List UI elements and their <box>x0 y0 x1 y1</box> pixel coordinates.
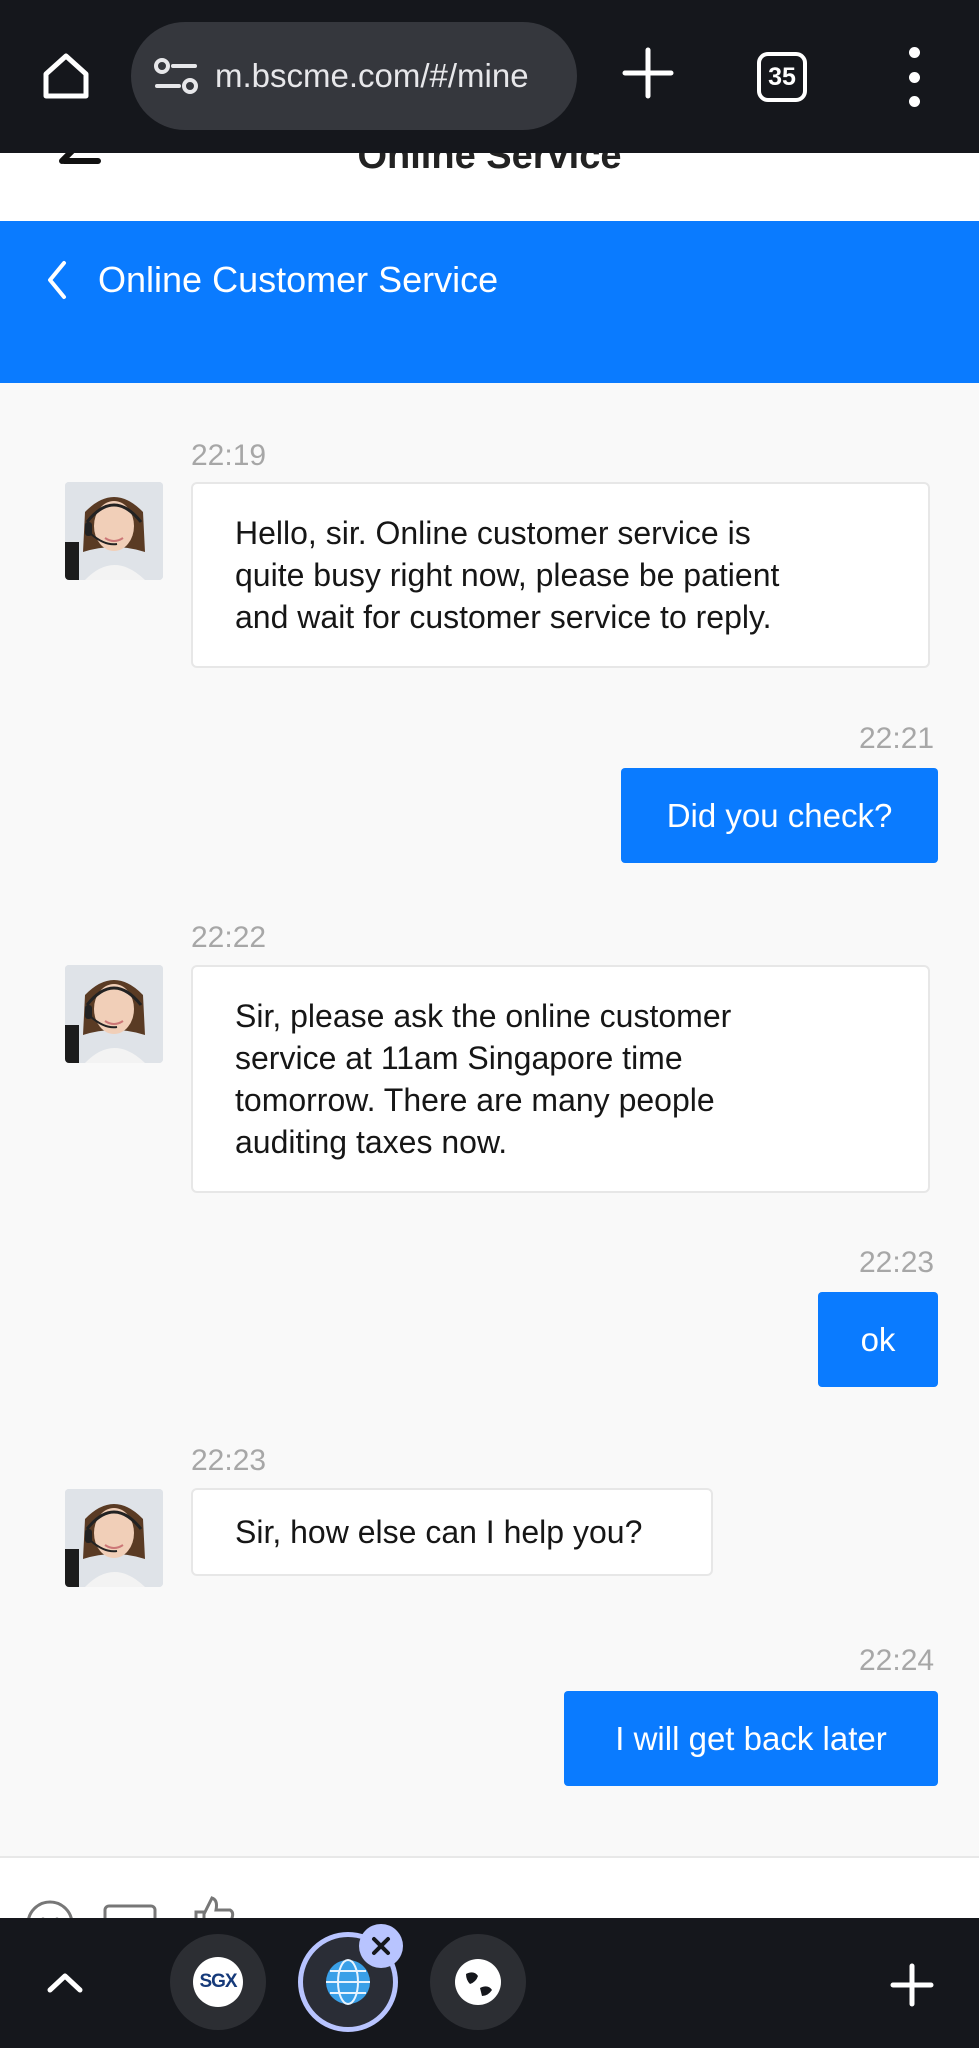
sgx-logo-text: SGX <box>199 1971 237 1992</box>
agent-avatar <box>65 1489 163 1587</box>
close-tab-icon[interactable] <box>359 1924 403 1968</box>
message-line: service at 11am Singapore time <box>235 1040 683 1076</box>
browser-toolbar: m.bscme.com/#/mine 35 <box>0 0 979 153</box>
url-text[interactable]: m.bscme.com/#/mine <box>215 57 555 95</box>
message-line: and wait for customer service to reply. <box>235 599 772 635</box>
service-title: Online Customer Service <box>98 259 499 300</box>
agent-message-bubble: Sir, how else can I help you? <box>191 1488 713 1576</box>
tab-switcher-button[interactable]: 35 <box>757 52 807 102</box>
chevron-left-icon[interactable] <box>40 255 74 305</box>
agent-message-bubble: Hello, sir. Online customer service is q… <box>191 482 930 668</box>
message-line: Sir, how else can I help you? <box>235 1514 643 1550</box>
new-tab-plus-icon[interactable] <box>617 42 679 104</box>
agent-avatar <box>65 965 163 1063</box>
world-icon <box>455 1959 501 2005</box>
user-message-bubble: ok <box>818 1292 938 1387</box>
agent-message-bubble: Sir, please ask the online customer serv… <box>191 965 930 1193</box>
tab-globe[interactable] <box>430 1934 526 2030</box>
image-icon[interactable] <box>102 1898 158 1918</box>
message-line: tomorrow. There are many people <box>235 1082 715 1118</box>
agent-avatar <box>65 482 163 580</box>
message-timestamp: 22:23 <box>859 1246 935 1279</box>
message-timestamp: 22:22 <box>191 921 267 954</box>
browser-tab-strip: SGX <box>0 1918 979 2048</box>
message-timestamp: 22:23 <box>191 1444 267 1477</box>
chevron-up-icon[interactable] <box>42 1962 88 2002</box>
home-icon <box>43 53 89 99</box>
page-header: Online Service <box>0 153 979 221</box>
site-settings-icon[interactable] <box>153 56 199 96</box>
message-timestamp: 22:21 <box>859 722 935 755</box>
service-header: Online Customer Service <box>0 221 979 383</box>
add-tab-plus-icon[interactable] <box>890 1963 934 2007</box>
emoji-icon[interactable] <box>24 1898 76 1918</box>
thumbs-up-icon[interactable] <box>190 1892 238 1918</box>
user-message-bubble: Did you check? <box>621 768 938 863</box>
message-line: quite busy right now, please be patient <box>235 557 780 593</box>
message-timestamp: 22:24 <box>859 1644 935 1677</box>
sgx-logo-icon: SGX <box>193 1957 243 2007</box>
message-timestamp: 22:19 <box>191 439 267 472</box>
chat-input-toolbar <box>0 1856 979 1918</box>
page-title: Online Service <box>357 153 622 177</box>
user-message-bubble: I will get back later <box>564 1691 938 1786</box>
message-line: Sir, please ask the online customer <box>235 998 732 1034</box>
home-button[interactable] <box>34 44 98 108</box>
message-line: auditing taxes now. <box>235 1124 508 1160</box>
address-bar[interactable]: m.bscme.com/#/mine <box>131 22 577 130</box>
tab-count: 35 <box>768 62 796 91</box>
globe-icon <box>326 1959 370 2005</box>
tab-sgx[interactable]: SGX <box>170 1934 266 2030</box>
browser-menu-icon[interactable] <box>896 47 932 107</box>
message-line: Hello, sir. Online customer service is <box>235 515 751 551</box>
